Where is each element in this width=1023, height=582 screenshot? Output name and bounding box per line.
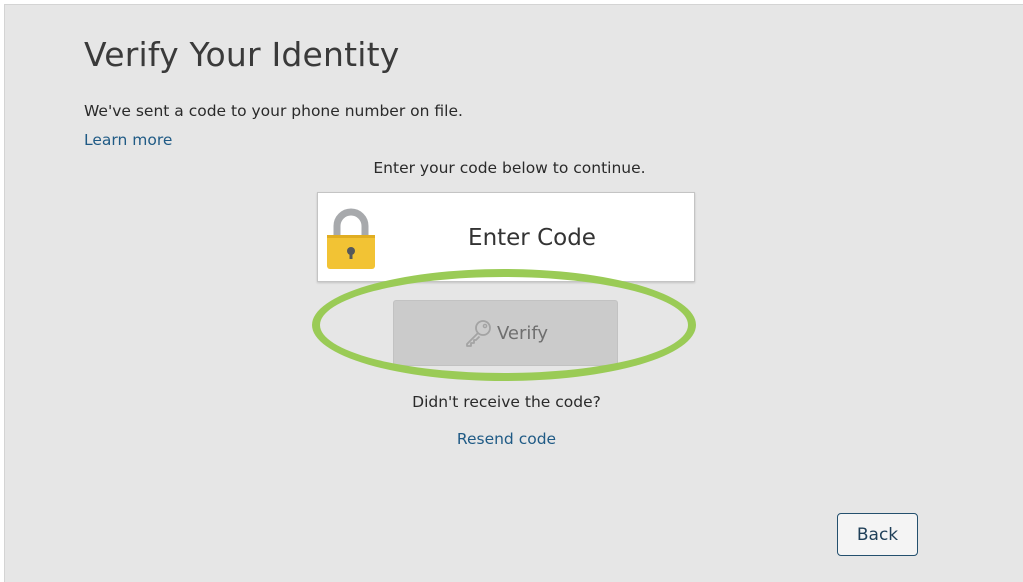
code-entry-box	[317, 192, 695, 282]
key-icon	[466, 320, 491, 347]
verify-label: Verify	[496, 322, 549, 344]
verify-button[interactable]: Verify	[393, 300, 618, 366]
code-sent-message: We've sent a code to your phone number o…	[84, 102, 463, 120]
enter-code-instruction: Enter your code below to continue.	[373, 159, 646, 177]
resend-code-link[interactable]: Resend code	[5, 430, 1008, 448]
page-title: Verify Your Identity	[84, 35, 400, 74]
didnt-receive-text: Didn't receive the code?	[412, 393, 601, 411]
learn-more-link[interactable]: Learn more	[84, 131, 172, 149]
code-input[interactable]	[382, 207, 682, 269]
padlock-icon	[327, 208, 375, 269]
back-button[interactable]: Back	[837, 513, 918, 556]
verify-identity-panel: Verify Your Identity We've sent a code t…	[4, 4, 1023, 582]
